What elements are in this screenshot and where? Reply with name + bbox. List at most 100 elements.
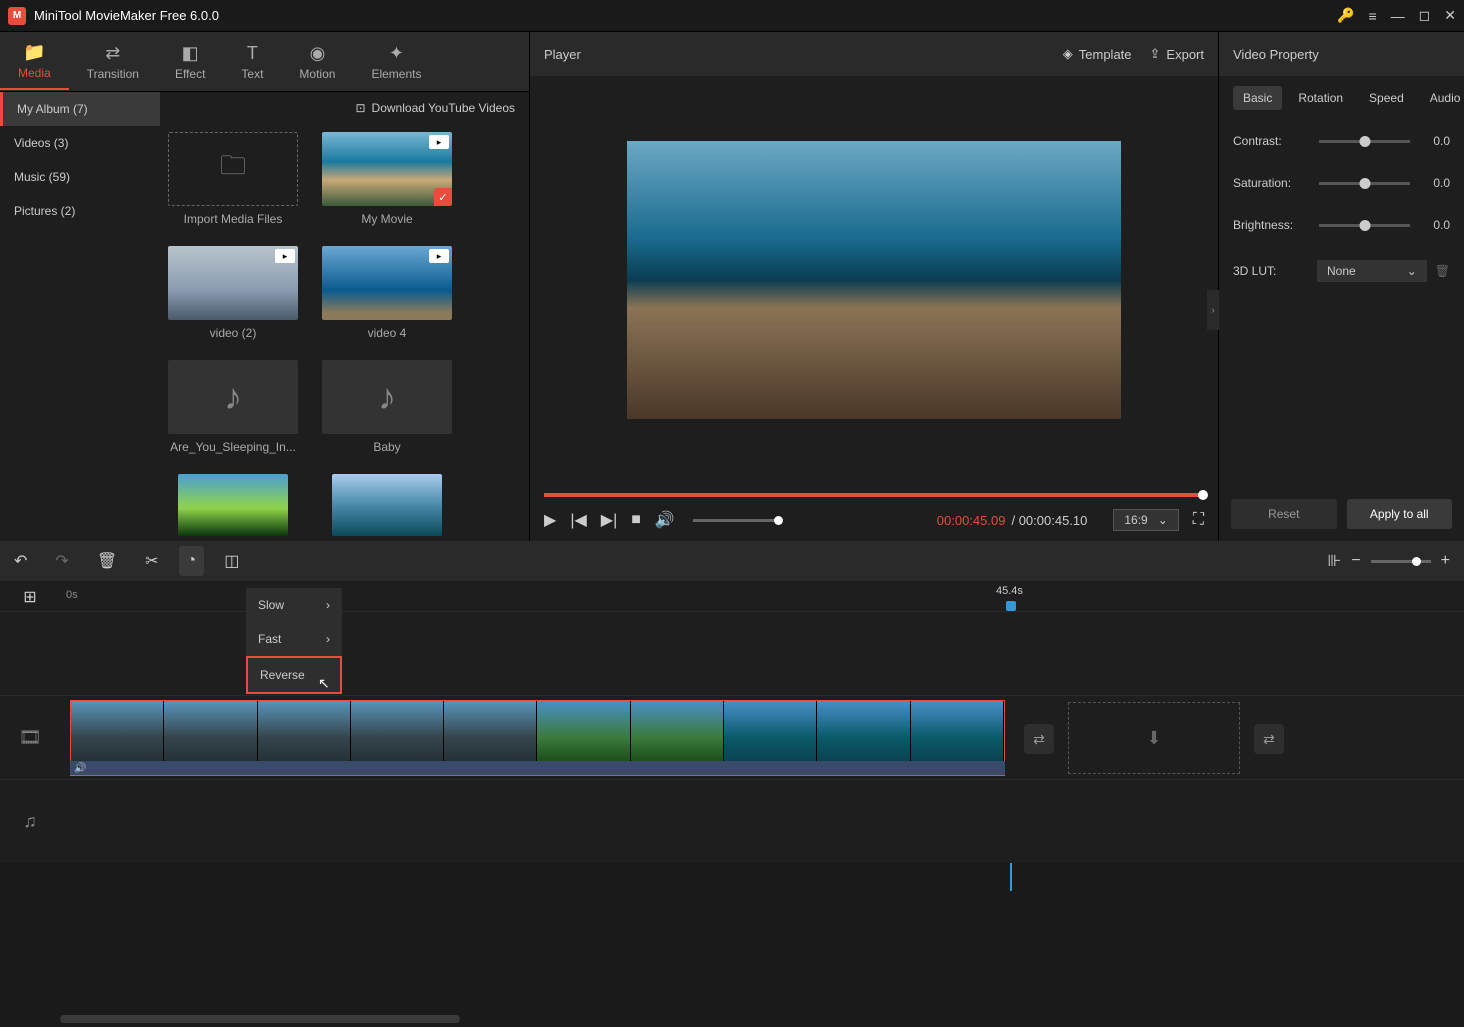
- video-track[interactable]: 🎞 🔊 ⇄ ⬇ ⇄: [0, 695, 1464, 779]
- swap-right-button[interactable]: ⇄: [1254, 724, 1284, 754]
- next-button[interactable]: ▶|: [601, 510, 617, 530]
- video-preview[interactable]: [627, 141, 1121, 419]
- thumb-mymovie[interactable]: ▸✓ My Movie: [322, 132, 452, 226]
- zoom-slider[interactable]: [1371, 560, 1431, 563]
- progress-bar[interactable]: [544, 493, 1204, 497]
- tab-elements-label: Elements: [371, 67, 421, 81]
- contrast-slider[interactable]: [1319, 140, 1410, 143]
- thumb-image[interactable]: [178, 474, 288, 536]
- snap-icon[interactable]: ⊪: [1327, 551, 1341, 571]
- thumb-video4[interactable]: ▸ video 4: [322, 246, 452, 340]
- props-tab-rotation[interactable]: Rotation: [1288, 86, 1353, 110]
- maximize-button[interactable]: ◻: [1419, 7, 1431, 24]
- volume-slider[interactable]: [693, 519, 783, 522]
- add-track-button[interactable]: ⊞: [0, 587, 60, 607]
- thumb-image[interactable]: ♪: [168, 360, 298, 434]
- tab-motion[interactable]: ◉Motion: [281, 35, 353, 89]
- tab-transition-label: Transition: [87, 67, 139, 81]
- video-badge-icon: ▸: [429, 135, 449, 149]
- volume-icon[interactable]: 🔊: [655, 510, 675, 530]
- video-badge-icon: ▸: [429, 249, 449, 263]
- undo-button[interactable]: ↶: [14, 551, 27, 571]
- export-button[interactable]: ⇪Export: [1150, 46, 1204, 62]
- thumb-picture2[interactable]: [322, 474, 452, 536]
- sidebar-item-videos[interactable]: Videos (3): [0, 126, 160, 160]
- text-icon: T: [247, 43, 258, 63]
- stop-button[interactable]: ■: [631, 511, 641, 529]
- speed-button[interactable]: ◔: [179, 546, 205, 576]
- thumb-baby[interactable]: ♪ Baby: [322, 360, 452, 454]
- import-placeholder[interactable]: 🗀: [168, 132, 298, 206]
- split-button[interactable]: ✂: [145, 551, 158, 571]
- apply-all-button[interactable]: Apply to all: [1347, 499, 1453, 529]
- zoom-out-button[interactable]: −: [1351, 552, 1360, 570]
- clip-audio-bar[interactable]: 🔊: [70, 761, 1005, 775]
- thumb-image[interactable]: ▸: [168, 246, 298, 320]
- thumb-sleeping[interactable]: ♪ Are_You_Sleeping_In...: [168, 360, 298, 454]
- fullscreen-button[interactable]: ⛶: [1193, 511, 1204, 529]
- effect-icon: ◧: [182, 43, 199, 63]
- template-button[interactable]: ◈Template: [1063, 46, 1132, 62]
- props-tab-audio[interactable]: Audio: [1420, 86, 1464, 110]
- tab-text[interactable]: TText: [223, 35, 281, 89]
- swap-left-button[interactable]: ⇄: [1024, 724, 1054, 754]
- contrast-value: 0.0: [1420, 134, 1450, 148]
- slider-handle[interactable]: [1359, 136, 1370, 147]
- tab-effect-label: Effect: [175, 67, 205, 81]
- zoom-in-button[interactable]: +: [1441, 552, 1450, 570]
- trash-icon[interactable]: 🗑: [1435, 264, 1450, 278]
- lut-select[interactable]: None⌄: [1317, 260, 1427, 282]
- sidebar-item-music[interactable]: Music (59): [0, 160, 160, 194]
- tab-elements[interactable]: ✦Elements: [353, 35, 439, 89]
- thumb-label: Are_You_Sleeping_In...: [170, 440, 296, 454]
- thumb-image[interactable]: ▸✓: [322, 132, 452, 206]
- export-label: Export: [1166, 47, 1204, 62]
- playhead[interactable]: [1006, 601, 1016, 611]
- crop-button[interactable]: ◫: [224, 551, 239, 571]
- sidebar-item-myalbum[interactable]: My Album (7): [0, 92, 160, 126]
- drop-zone[interactable]: ⬇: [1068, 702, 1240, 774]
- brightness-value: 0.0: [1420, 218, 1450, 232]
- menu-icon[interactable]: ≡: [1368, 8, 1376, 24]
- thumb-image[interactable]: ▸: [322, 246, 452, 320]
- delete-button[interactable]: 🗑: [97, 551, 117, 571]
- prev-button[interactable]: |◀: [570, 510, 586, 530]
- speed-menu-reverse[interactable]: Reverse: [246, 656, 342, 694]
- download-youtube-link[interactable]: Download YouTube Videos: [372, 101, 515, 115]
- props-tab-speed[interactable]: Speed: [1359, 86, 1414, 110]
- audio-track[interactable]: ♫: [0, 779, 1464, 863]
- youtube-icon[interactable]: ⊡: [355, 101, 365, 115]
- tab-transition[interactable]: ⇄Transition: [69, 35, 157, 89]
- redo-button[interactable]: ↷: [55, 551, 68, 571]
- speed-menu-fast[interactable]: Fast›: [246, 622, 342, 656]
- play-button[interactable]: ▶: [544, 510, 556, 530]
- sidebar-item-pictures[interactable]: Pictures (2): [0, 194, 160, 228]
- expand-panel-button[interactable]: ›: [1207, 290, 1219, 330]
- slider-handle[interactable]: [1359, 178, 1370, 189]
- brightness-slider[interactable]: [1319, 224, 1410, 227]
- speed-menu-slow[interactable]: Slow›: [246, 588, 342, 622]
- timeline-scrollbar[interactable]: [60, 1015, 460, 1023]
- lut-value: None: [1327, 264, 1356, 278]
- reset-button[interactable]: Reset: [1231, 499, 1337, 529]
- timeline-ruler[interactable]: ⊞ 0s 45.4s: [0, 581, 1464, 611]
- zoom-handle[interactable]: [1412, 557, 1421, 566]
- aspect-ratio-select[interactable]: 16:9⌄: [1113, 509, 1178, 531]
- tab-effect[interactable]: ◧ Effect: [157, 35, 223, 89]
- progress-handle[interactable]: [1198, 490, 1208, 500]
- brightness-label: Brightness:: [1233, 218, 1309, 232]
- slider-handle[interactable]: [1359, 220, 1370, 231]
- properties-panel: Video Property Basic Rotation Speed Audi…: [1219, 32, 1464, 541]
- thumb-image[interactable]: [332, 474, 442, 536]
- thumb-import[interactable]: 🗀 Import Media Files: [168, 132, 298, 226]
- thumb-picture1[interactable]: [168, 474, 298, 536]
- key-icon[interactable]: 🔑: [1337, 7, 1354, 24]
- thumb-image[interactable]: ♪: [322, 360, 452, 434]
- check-icon: ✓: [434, 188, 452, 206]
- tab-media[interactable]: 📁Media: [0, 34, 69, 90]
- saturation-slider[interactable]: [1319, 182, 1410, 185]
- minimize-button[interactable]: —: [1391, 8, 1405, 24]
- props-tab-basic[interactable]: Basic: [1233, 86, 1282, 110]
- thumb-video2[interactable]: ▸ video (2): [168, 246, 298, 340]
- close-button[interactable]: ✕: [1444, 7, 1456, 24]
